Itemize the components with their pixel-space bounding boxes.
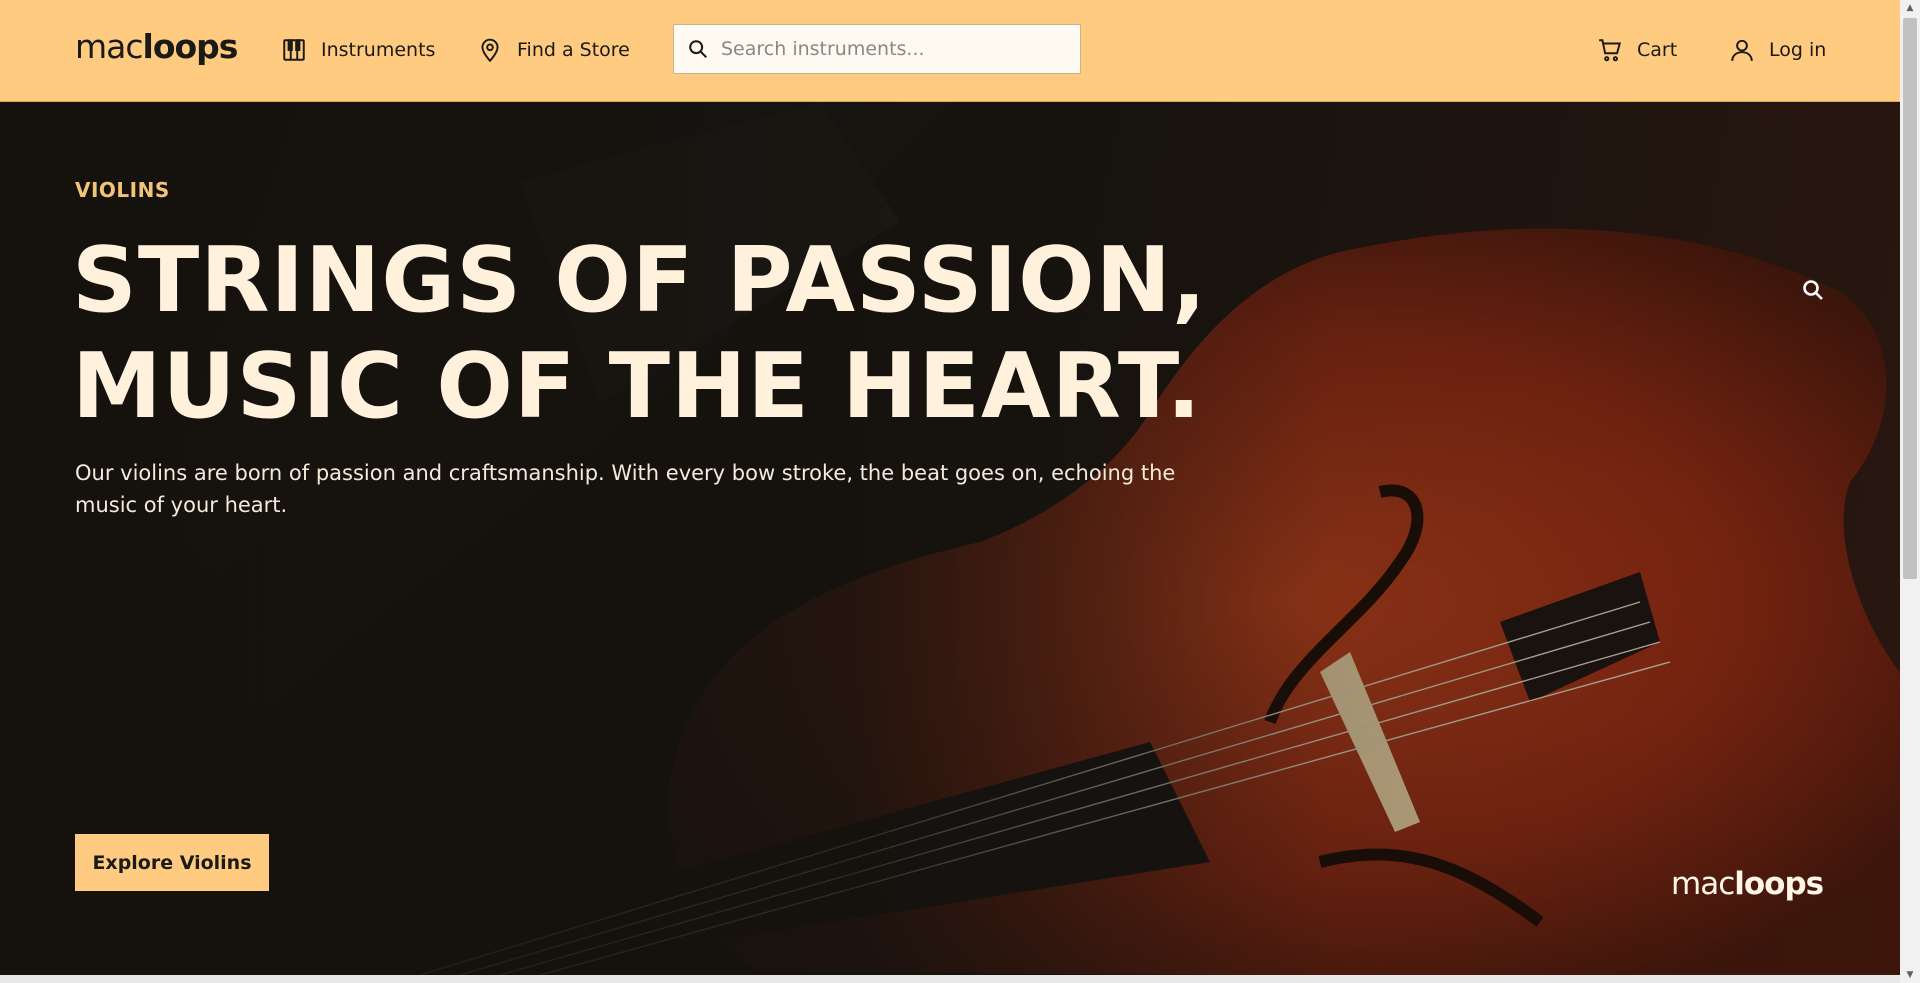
headline-line-2: MUSIC OF THE HEART. [72,334,1202,439]
search-box[interactable] [673,24,1081,74]
search-input[interactable] [719,37,1063,61]
macloops-logo[interactable]: macloops [75,27,239,66]
hero-subtitle: Our violins are born of passion and craf… [75,461,1176,517]
hero-headline: STRINGS OF PASSION, MUSIC OF THE HEART. [72,228,1207,440]
scrollbar-thumb[interactable] [1903,18,1917,579]
login-link[interactable]: Log in [1729,36,1826,64]
scroll-up-arrow-icon[interactable]: ▲ [1900,0,1920,16]
map-pin-icon [481,38,499,63]
watermark-logo: macloops [1671,866,1824,902]
horizontal-scroll-area [0,975,1900,983]
piano-keys-icon [283,39,305,61]
category-tag: VIOLINS [75,178,170,202]
cart-icon [1599,39,1622,62]
site-header: macloops Instruments Find a Store Cart L… [0,0,1900,102]
login-label: Log in [1769,39,1827,61]
vertical-scrollbar[interactable]: ▲ ▼ [1900,0,1920,983]
cart-label: Cart [1637,39,1678,61]
hero-search-icon[interactable] [1801,278,1825,302]
headline-line-1: STRINGS OF PASSION, [72,228,1208,333]
search-icon [689,40,707,58]
nav-instruments[interactable]: Instruments [281,36,435,64]
watermark-text-bold: loops [1734,866,1824,902]
nav-find-store-label: Find a Store [517,39,630,61]
scroll-down-arrow-icon[interactable]: ▼ [1900,967,1920,983]
nav-instruments-label: Instruments [321,39,436,61]
watermark-text-light: mac [1671,866,1735,902]
nav-find-store[interactable]: Find a Store [477,36,630,64]
logo-text-light: mac [75,27,144,66]
user-icon [1731,39,1753,61]
logo-text-bold: loops [142,27,239,66]
cart-link[interactable]: Cart [1597,36,1677,64]
explore-violins-button[interactable]: Explore Violins [75,834,269,891]
